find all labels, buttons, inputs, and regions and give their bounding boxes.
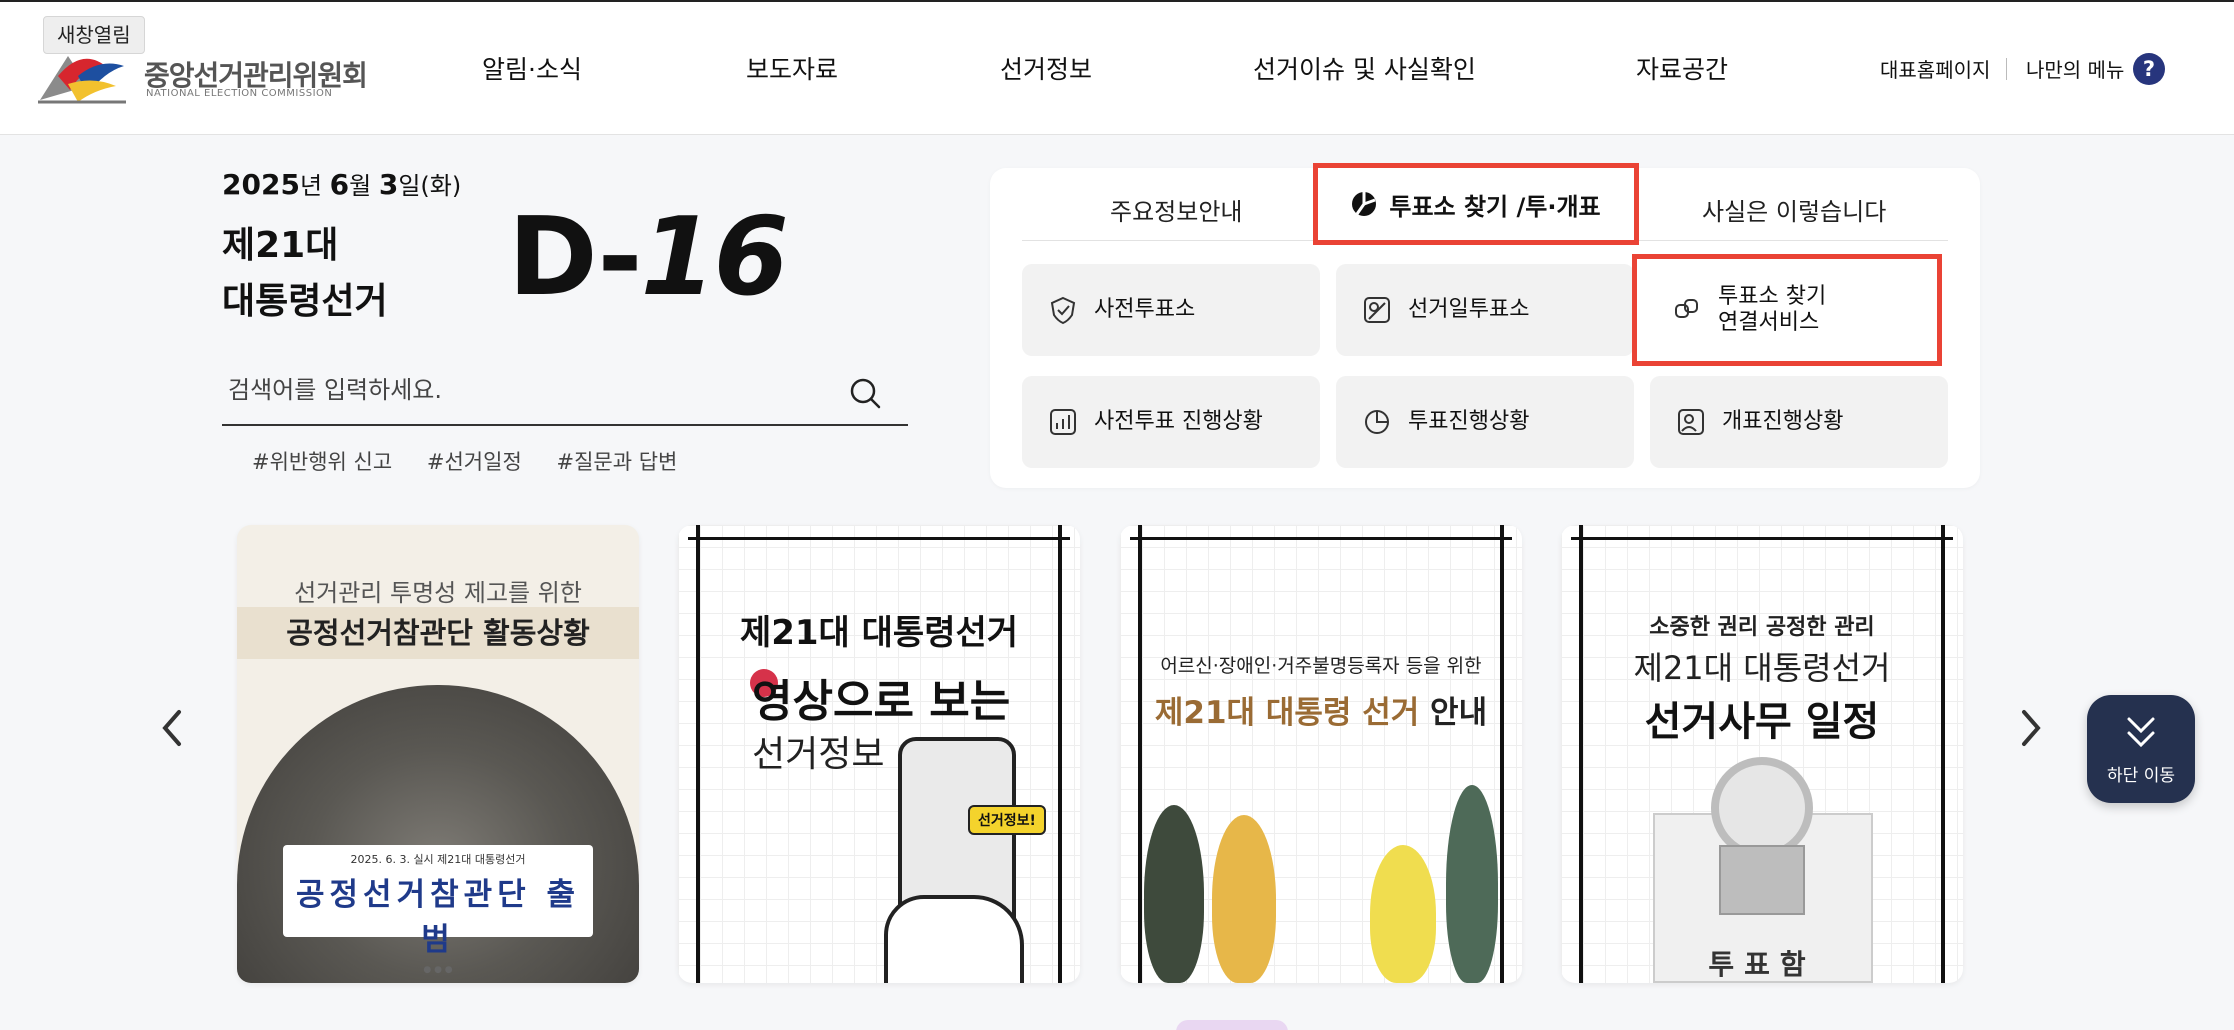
card1-subtitle: 선거관리 투명성 제고를 위한	[294, 579, 582, 607]
double-chevron-down-icon	[2127, 717, 2155, 748]
card2-line1: 제21대 대통령선거	[739, 613, 1019, 653]
search-icon[interactable]	[848, 376, 884, 412]
card3-line1: 어르신·장애인·거주불명등록자 등을 위한	[1160, 655, 1482, 677]
new-window-tooltip: 새창열림	[43, 16, 145, 54]
hashtag-violation-report[interactable]: #위반행위 신고	[252, 450, 392, 474]
frame-top	[1130, 537, 1512, 540]
ballot-seal-illustration	[1711, 757, 1813, 859]
ballot-box-label: 투표함	[1708, 948, 1816, 981]
frame-top	[1571, 537, 1953, 540]
frame-top	[688, 537, 1070, 540]
frame-left	[696, 525, 700, 983]
tab-polling-station[interactable]: 투표소 찾기 /투·개표	[1313, 163, 1639, 245]
carousel-indicator[interactable]	[1176, 1020, 1288, 1030]
hashtag-list: #위반행위 신고 #선거일정 #질문과 답변	[252, 446, 705, 476]
banner-card-video-info[interactable]: 제21대 대통령선거 영상으로 보는 선거정보 선거정보!	[678, 525, 1080, 983]
elderly-illustration	[1212, 815, 1276, 983]
carousel-next-chevron-right-icon[interactable]	[2016, 706, 2046, 750]
tab-main-info[interactable]: 주요정보안내	[1110, 192, 1242, 227]
card4-line1: 소중한 권리 공정한 관리	[1649, 615, 1875, 640]
banner-card-observer-activity[interactable]: 선거관리 투명성 제고를 위한 공정선거참관단 활동상황 2025. 6. 3.…	[237, 525, 639, 983]
sponsor-logos: ● ● ●	[423, 965, 453, 975]
link-service-icon	[1675, 299, 1698, 318]
logo-name-english: NATIONAL ELECTION COMMISSION	[146, 88, 333, 99]
tile-station-finder-service[interactable]: 투표소 찾기 연결서비스	[1632, 254, 1942, 366]
utility-divider	[2006, 58, 2007, 80]
tile-early-voting-status[interactable]: 사전투표 진행상황	[1022, 376, 1320, 468]
card1-photo-banner: 2025. 6. 3. 실시 제21대 대통령선거 공정선거참관단 출범 ● ●…	[283, 845, 593, 975]
carousel-prev-chevron-left-icon[interactable]	[157, 706, 187, 750]
site-logo[interactable]: 중앙선거관리위원회 NATIONAL ELECTION COMMISSION	[38, 46, 368, 106]
hashtag-election-schedule[interactable]: #선거일정	[427, 450, 522, 474]
nav-item-notice[interactable]: 알림·소식	[482, 50, 582, 86]
check-shield-icon	[1050, 296, 1076, 325]
hashtag-faq[interactable]: #질문과 답변	[556, 450, 677, 474]
frame-right	[1058, 525, 1062, 983]
wheelchair-user-illustration	[1370, 845, 1436, 983]
person-illustration	[1446, 785, 1498, 983]
elderly-illustration	[1144, 805, 1204, 983]
card4-line3: 선거사무 일정	[1644, 699, 1880, 745]
nav-item-press[interactable]: 보도자료	[746, 50, 838, 86]
help-icon[interactable]: ?	[2133, 53, 2165, 85]
main-homepage-link[interactable]: 대표홈페이지	[1880, 54, 1990, 83]
card2-line2: 영상으로 보는	[752, 676, 1011, 727]
nav-item-archive[interactable]: 자료공간	[1636, 50, 1728, 86]
card1-title: 공정선거참관단 활동상황	[237, 607, 639, 659]
frame-left	[1579, 525, 1583, 983]
hand-illustration	[884, 895, 1024, 983]
ballot-slot-illustration	[1719, 845, 1805, 915]
vote-mark-icon	[1352, 192, 1377, 216]
frame-left	[1138, 525, 1142, 983]
person-chart-icon	[1678, 409, 1704, 435]
card4-line2: 제21대 대통령선거	[1633, 649, 1891, 687]
bar-chart-icon	[1050, 409, 1076, 435]
card2-line3: 선거정보	[752, 734, 885, 775]
tile-counting-status[interactable]: 개표진행상황	[1650, 376, 1948, 468]
scroll-to-bottom-button[interactable]: 하단 이동	[2087, 695, 2195, 803]
frame-right	[1500, 525, 1504, 983]
header: 새창열림 중앙선거관리위원회 NATIONAL ELECTION COMMISS…	[0, 0, 2234, 135]
map-pin-icon	[1364, 297, 1390, 323]
election-title: 제21대 대통령선거	[222, 225, 388, 322]
tab-fact-check[interactable]: 사실은 이렇습니다	[1702, 192, 1886, 227]
search-input[interactable]	[228, 370, 828, 410]
tile-election-day-station[interactable]: 선거일투표소	[1336, 264, 1634, 356]
pie-chart-icon	[1365, 410, 1389, 434]
frame-right	[1941, 525, 1945, 983]
tile-voting-status[interactable]: 투표진행상황	[1336, 376, 1634, 468]
card2-badge: 선거정보!	[968, 805, 1046, 835]
my-menu-link[interactable]: 나만의 메뉴	[2026, 54, 2124, 83]
tile-early-voting-station[interactable]: 사전투표소	[1022, 264, 1320, 356]
nav-item-election-info[interactable]: 선거정보	[1000, 50, 1092, 86]
banner-card-election-schedule[interactable]: 소중한 권리 공정한 관리 제21대 대통령선거 선거사무 일정 투표함	[1561, 525, 1963, 983]
search-bar	[222, 360, 908, 426]
tab-polling-station-label: 투표소 찾기 /투·개표	[1389, 192, 1601, 221]
nav-item-fact-check[interactable]: 선거이슈 및 사실확인	[1253, 50, 1476, 86]
scroll-to-bottom-label: 하단 이동	[2107, 766, 2175, 786]
banner-card-accessibility-guide[interactable]: 어르신·장애인·거주불명등록자 등을 위한 제21대 대통령 선거 안내	[1120, 525, 1522, 983]
card3-line2: 제21대 대통령 선거 안내	[1154, 695, 1488, 731]
info-panel: 주요정보안내 투표소 찾기 /투·개표 사실은 이렇습니다 사전투표소 선거일투…	[990, 163, 1980, 488]
d-day-counter: D-16	[508, 195, 789, 320]
nec-logo-icon	[38, 56, 126, 104]
election-date: 2025년 6월 3일(화)	[222, 168, 462, 201]
